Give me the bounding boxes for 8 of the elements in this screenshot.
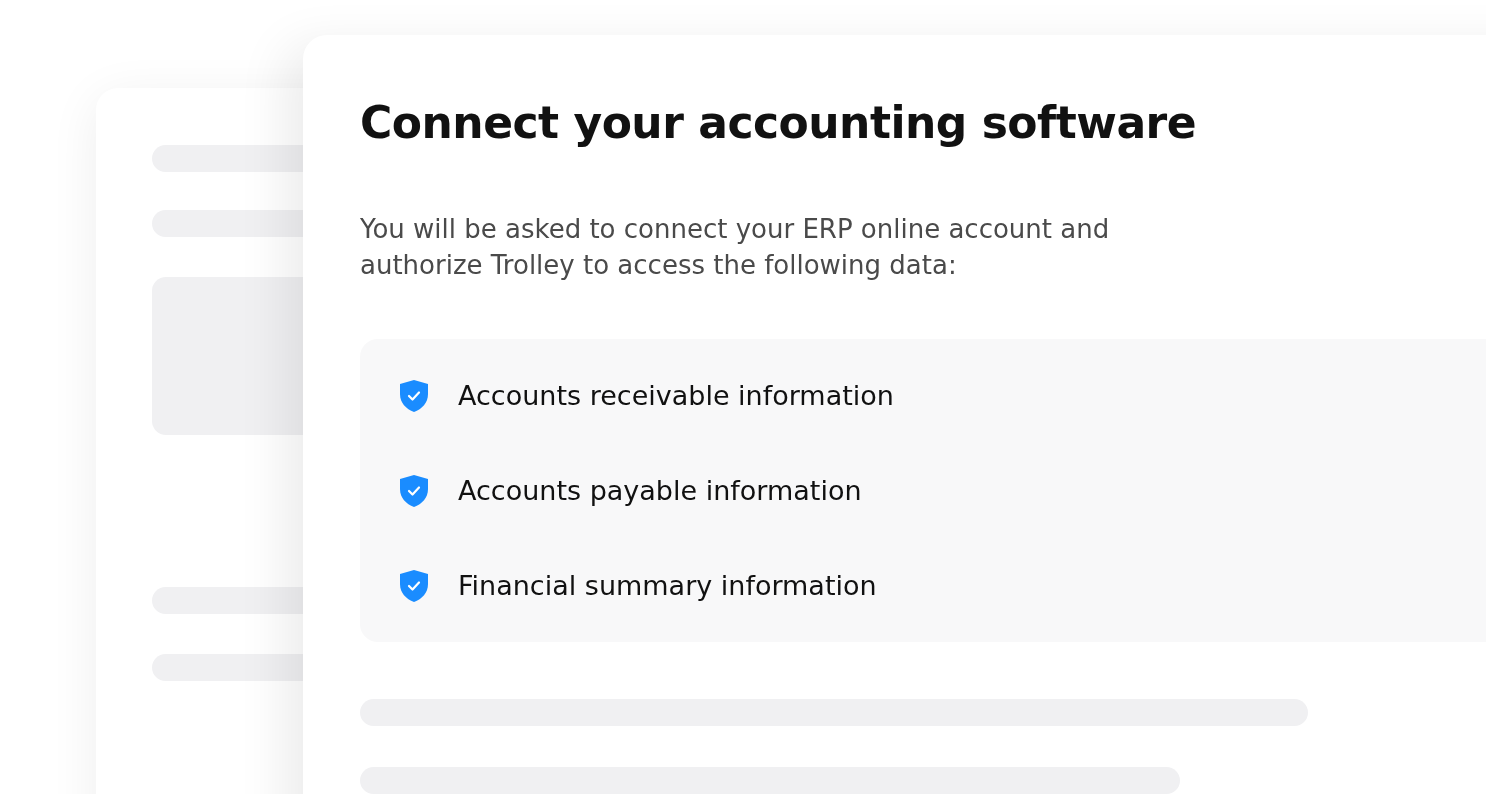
permission-label: Accounts payable information [458, 473, 862, 508]
permission-label: Accounts receivable information [458, 378, 894, 413]
dialog-description: You will be asked to connect your ERP online account and authorize Trolley to access the following data: [360, 213, 1111, 282]
shield-check-icon [398, 473, 430, 508]
shield-check-icon [398, 568, 430, 603]
permission-label: Financial summary information [458, 568, 877, 603]
shield-check-icon [398, 378, 430, 413]
dialog-title: Connect your accounting software [360, 96, 1198, 150]
